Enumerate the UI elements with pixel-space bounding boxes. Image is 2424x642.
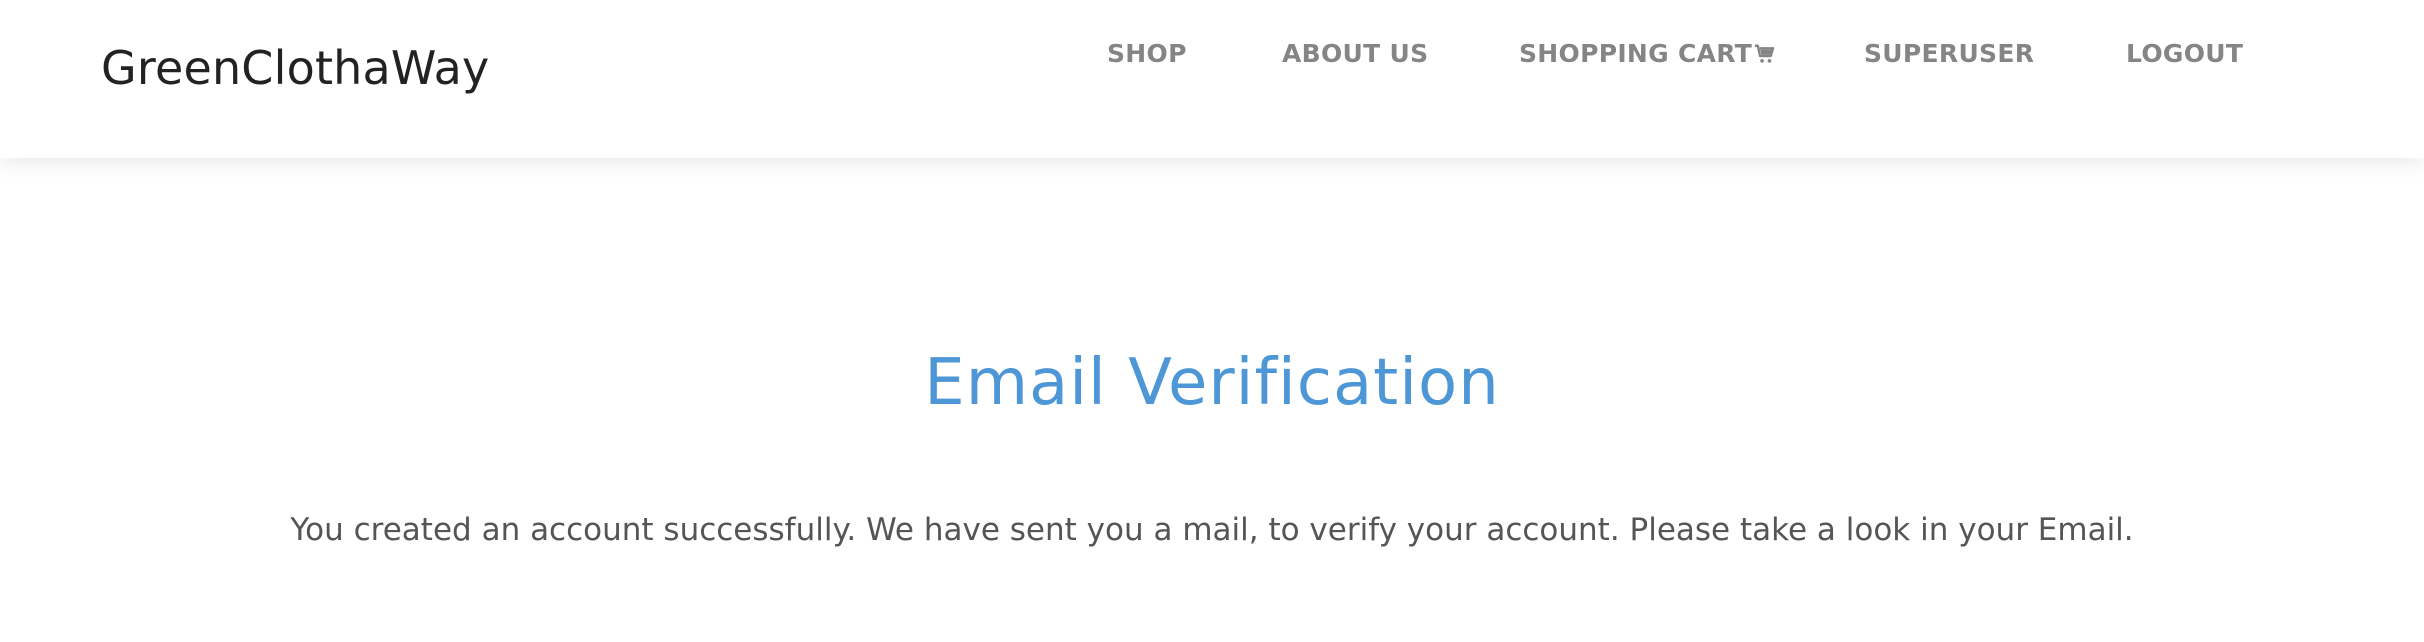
nav-link-logout[interactable]: LOGOUT bbox=[2126, 32, 2243, 76]
main-content: Email Verification You created an accoun… bbox=[0, 158, 2424, 642]
navbar: GreenClothaWay SHOP ABOUT US SHOPPING CA… bbox=[0, 0, 2424, 158]
nav-link-shopping-cart[interactable]: SHOPPING CART bbox=[1519, 32, 1776, 76]
verification-message: You created an account successfully. We … bbox=[290, 512, 2134, 548]
nav-link-shopping-cart-label: SHOPPING CART bbox=[1519, 39, 1753, 68]
main-nav: SHOP ABOUT US SHOPPING CART SUPERUSER LO… bbox=[0, 32, 2424, 76]
nav-link-about-us[interactable]: ABOUT US bbox=[1282, 32, 1428, 76]
page-title: Email Verification bbox=[924, 346, 1500, 420]
nav-link-superuser[interactable]: SUPERUSER bbox=[1864, 32, 2034, 76]
shopping-cart-icon bbox=[1754, 44, 1775, 63]
nav-link-shop[interactable]: SHOP bbox=[1107, 32, 1187, 76]
